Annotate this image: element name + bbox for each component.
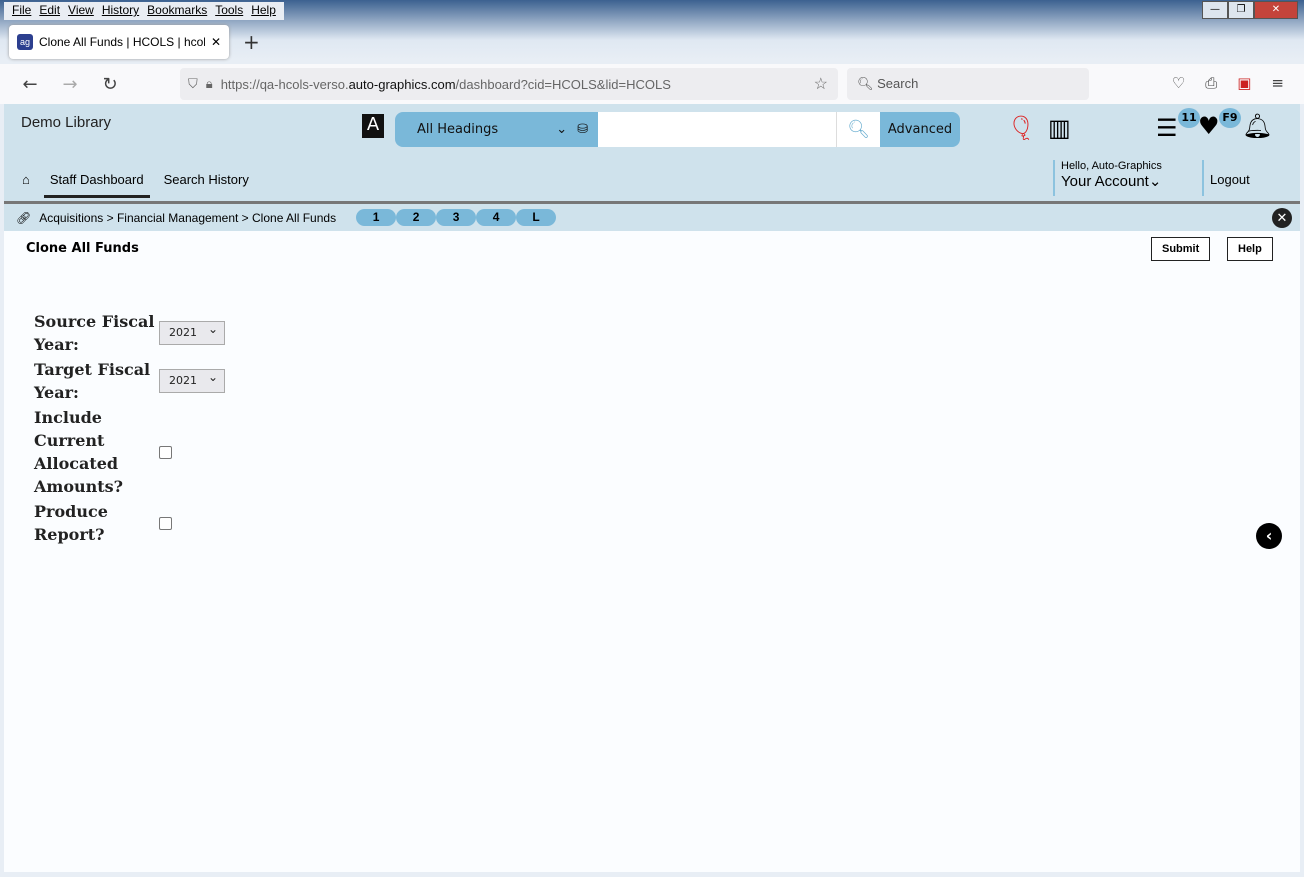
print-icon[interactable]: ⎙ <box>1205 74 1217 92</box>
menu-edit[interactable]: Edit <box>35 2 64 20</box>
nav-toolbar: ← → ↻ ⛉ 🔒︎ https://qa-hcols-verso.auto-gr… <box>0 64 1304 104</box>
main-nav: ⌂ Staff Dashboard Search History <box>22 172 249 198</box>
list-count-badge: 11 <box>1178 108 1200 128</box>
heart-icon[interactable]: ♥ <box>1198 112 1220 140</box>
quick-pill-3[interactable]: 3 <box>436 209 477 226</box>
browser-search-input[interactable]: 🔍︎ Search <box>847 68 1089 100</box>
chevron-left-icon[interactable]: ‹ <box>1256 523 1282 549</box>
url-bar[interactable]: ⛉ 🔒︎ https://qa-hcols-verso.auto-graphics… <box>180 68 838 100</box>
url-suffix: /dashboard?cid=HCOLS&lid=HCOLS <box>455 76 671 92</box>
logout-link[interactable]: Logout <box>1202 160 1250 196</box>
menu-help[interactable]: Help <box>247 2 280 20</box>
translate-icon[interactable]: A <box>362 114 384 138</box>
quick-pill-1[interactable]: 1 <box>356 209 397 226</box>
back-button[interactable]: ← <box>12 74 48 95</box>
help-button[interactable]: Help <box>1227 237 1273 261</box>
account-menu[interactable]: Hello, Auto-Graphics Your Account⌄ <box>1053 160 1162 196</box>
include-allocated-checkbox[interactable] <box>159 445 172 459</box>
shield-icon: ⛉ <box>188 76 198 91</box>
quick-pill-4[interactable]: 4 <box>476 209 517 226</box>
search-input[interactable] <box>598 112 836 147</box>
menu-bar: File Edit View History Bookmarks Tools H… <box>4 2 284 20</box>
produce-report-label: Produce Report? <box>34 502 108 544</box>
include-allocated-label: Include Current Allocated Amounts? <box>34 408 124 496</box>
source-fiscal-year-label: Source Fiscal Year: <box>34 312 155 354</box>
advanced-search-button[interactable]: Advanced <box>880 112 960 147</box>
account-label: Your Account <box>1061 173 1149 190</box>
chevron-down-icon: ⌄ <box>556 122 568 137</box>
bell-icon[interactable]: 🔔︎ <box>1242 112 1272 140</box>
greeting: Hello, Auto-Graphics <box>1061 160 1162 172</box>
balloon-icon[interactable]: 🎈︎ <box>1006 114 1036 142</box>
target-fiscal-year-label: Target Fiscal Year: <box>34 360 151 402</box>
reload-button[interactable]: ↻ <box>92 74 128 95</box>
nav-staff-dashboard[interactable]: Staff Dashboard <box>43 172 150 198</box>
bookmark-star-icon[interactable]: ☆ <box>814 74 828 94</box>
menu-bookmarks[interactable]: Bookmarks <box>143 2 211 20</box>
new-tab-button[interactable]: + <box>243 30 260 54</box>
page-title: Clone All Funds <box>26 241 139 256</box>
forward-button[interactable]: → <box>52 74 88 95</box>
lock-icon: 🔒︎ <box>205 76 213 91</box>
breadcrumb-text[interactable]: Acquisitions > Financial Management > Cl… <box>39 211 336 225</box>
search-placeholder: Search <box>877 76 919 91</box>
submit-button[interactable]: Submit <box>1151 237 1211 261</box>
home-icon[interactable]: ⌂ <box>22 172 30 187</box>
menu-file[interactable]: File <box>8 2 35 20</box>
quick-pill-2[interactable]: 2 <box>396 209 437 226</box>
app-header: Demo Library A All Headings ⌄ ⛁ 🔍︎ Advance… <box>4 104 1300 201</box>
library-name: Demo Library <box>21 114 112 131</box>
catalog-search-icon[interactable]: ▥ <box>1048 114 1071 142</box>
search-button[interactable]: 🔍︎ <box>836 112 880 147</box>
minimize-button[interactable]: — <box>1202 1 1228 19</box>
produce-report-checkbox[interactable] <box>159 516 172 530</box>
search-scope-select[interactable]: All Headings ⌄ ⛁ <box>395 112 598 147</box>
link-icon: 🔗︎ <box>16 210 32 225</box>
database-icon[interactable]: ⛁ <box>577 122 588 137</box>
app-content: Demo Library A All Headings ⌄ ⛁ 🔍︎ Advance… <box>4 104 1300 872</box>
url-prefix: https://qa-hcols-verso. <box>220 76 349 92</box>
browser-tab[interactable]: ag Clone All Funds | HCOLS | hcols ✕ <box>9 25 229 59</box>
search-bar: All Headings ⌄ ⛁ 🔍︎ Advanced <box>395 112 960 147</box>
search-scope-value: All Headings <box>417 122 499 137</box>
close-icon[interactable]: ✕ <box>1272 208 1292 228</box>
favorites-badge: F9 <box>1219 108 1241 128</box>
hamburger-menu-icon[interactable]: ≡ <box>1271 74 1284 92</box>
url-domain: auto-graphics.com <box>348 76 456 92</box>
window-close-button[interactable]: ✕ <box>1254 1 1298 19</box>
breadcrumb: 🔗︎ Acquisitions > Financial Management >… <box>4 201 1300 231</box>
nav-search-history[interactable]: Search History <box>164 172 249 187</box>
list-icon[interactable]: ☰ <box>1156 114 1178 142</box>
target-fiscal-year-select[interactable]: 2021 <box>159 366 225 393</box>
pocket-icon[interactable]: ♡ <box>1172 74 1185 92</box>
extension-icon[interactable]: ▣ <box>1237 74 1251 92</box>
favicon-icon: ag <box>17 34 33 50</box>
source-fiscal-year-select[interactable]: 2021 <box>159 318 225 345</box>
tab-title: Clone All Funds | HCOLS | hcols <box>39 35 205 49</box>
maximize-button[interactable]: ❐ <box>1228 1 1254 19</box>
tab-close-icon[interactable]: ✕ <box>211 35 221 49</box>
clone-funds-form: Source Fiscal Year:2021 Target Fiscal Ye… <box>34 310 225 548</box>
menu-history[interactable]: History <box>98 2 143 20</box>
menu-view[interactable]: View <box>64 2 98 20</box>
quick-pill-l[interactable]: L <box>516 209 557 226</box>
menu-tools[interactable]: Tools <box>211 2 247 20</box>
browser-window: File Edit View History Bookmarks Tools H… <box>0 0 1304 877</box>
